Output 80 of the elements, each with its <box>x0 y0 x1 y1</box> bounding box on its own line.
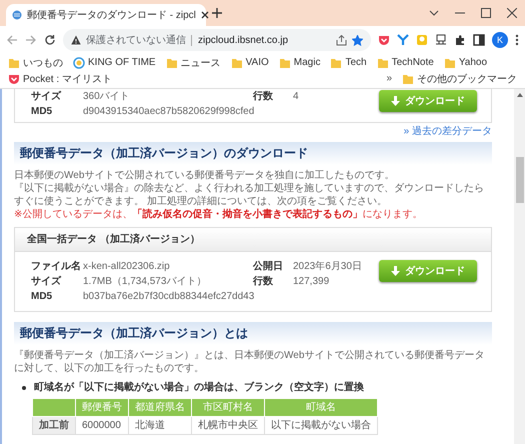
note-text: ※公開しているデータは、「読み仮名の促音・拗音を小書きで表記するもの」になります。 <box>14 208 424 221</box>
field-value: 4 <box>293 90 300 103</box>
download-arrow-icon <box>391 96 400 106</box>
warning-icon <box>71 35 81 45</box>
table-corner-cell <box>32 398 76 416</box>
folder-icon <box>402 72 414 84</box>
bookmark-item[interactable]: いつもの <box>8 55 63 70</box>
folder-icon <box>166 56 178 68</box>
field-value: b037ba76e2b7f30cdb88344efc27dd43 <box>83 290 253 303</box>
column-header: 郵便番号 <box>76 398 128 416</box>
bookmark-item[interactable]: Yahoo <box>444 55 488 70</box>
bullet-text: 町域名が「以下に掲載がない場合」の場合は、ブランク（空文字）に置換 <box>34 381 364 394</box>
table-cell: 北海道 <box>128 416 192 434</box>
table-cell: 以下に掲載がない場合 <box>264 416 378 434</box>
folder-icon <box>444 56 456 68</box>
close-icon[interactable] <box>507 8 517 18</box>
share-icon[interactable] <box>336 34 347 46</box>
field-label: サイズ <box>31 275 62 288</box>
bullet-dot <box>22 386 26 390</box>
bookmarks-overflow-button[interactable]: » <box>386 71 392 86</box>
paragraph: 日本郵便のWebサイトで公開されている郵便番号データを独自に加工したものです。 <box>14 169 396 182</box>
bookmark-item[interactable]: その他のブックマーク <box>402 71 517 86</box>
close-icon[interactable] <box>200 11 209 19</box>
folder-icon <box>8 56 20 68</box>
security-label: 保護されていない通信 <box>86 34 186 47</box>
bookmark-item[interactable]: Tech <box>330 55 367 70</box>
sidebar-icon[interactable] <box>473 34 485 46</box>
bookmark-item[interactable]: TechNote <box>376 55 434 70</box>
field-label: サイズ <box>31 90 62 103</box>
column-header: 都道府県名 <box>128 398 192 416</box>
field-label: ファイル名 <box>31 260 82 273</box>
bookmark-item[interactable]: VAIO <box>230 55 269 70</box>
field-label: 行数 <box>253 90 274 103</box>
field-value: 2023年6月30日 <box>293 260 363 273</box>
browser-tab[interactable]: 郵便番号データのダウンロード - zipcl <box>6 4 206 26</box>
bookmark-item[interactable]: Pocket : マイリスト <box>8 71 112 86</box>
bookmark-item[interactable]: ニュース <box>166 55 221 70</box>
plus-icon[interactable] <box>212 8 222 18</box>
scrollbar[interactable] <box>514 89 525 444</box>
scroll-up-icon[interactable] <box>516 93 522 97</box>
star-icon[interactable] <box>352 34 363 46</box>
field-label: MD5 <box>31 290 54 303</box>
bookmark-item[interactable]: KING OF TIME <box>73 55 156 70</box>
pocket-icon[interactable] <box>378 34 390 46</box>
profile-avatar[interactable]: K <box>492 32 508 48</box>
folder-icon <box>376 56 389 68</box>
tab-title: 郵便番号データのダウンロード - zipcl <box>27 8 196 22</box>
address-bar[interactable]: 保護されていない通信 zipcloud.ibsnet.co.jp <box>63 29 371 51</box>
maximize-icon[interactable] <box>481 8 491 18</box>
field-value: d9043915340aec87b5820629f998cfed <box>83 105 253 118</box>
reload-icon[interactable] <box>44 34 56 46</box>
chevron-down-icon[interactable] <box>429 8 439 18</box>
folder-icon <box>230 56 243 68</box>
field-label: 行数 <box>253 275 274 288</box>
column-header: 市区町村名 <box>192 398 264 416</box>
url-text: zipcloud.ibsnet.co.jp <box>191 34 331 46</box>
pocket-icon <box>8 72 20 84</box>
table-cell: 札幌市中央区 <box>192 416 264 434</box>
field-value: x-ken-all202306.zip <box>83 260 171 273</box>
puzzle-icon[interactable] <box>454 34 466 46</box>
download-arrow-icon <box>391 266 400 276</box>
section-heading: 郵便番号データ（加工済バージョン）のダウンロード <box>14 142 492 165</box>
y-icon[interactable] <box>397 34 409 46</box>
scroll-thumb[interactable] <box>516 157 524 203</box>
table-cell: 6000000 <box>76 416 128 434</box>
past-diff-link[interactable]: » 過去の差分データ <box>14 125 492 138</box>
folder-icon <box>330 56 342 68</box>
field-label: MD5 <box>31 105 54 118</box>
paragraph: 『以下に掲載がない場合』の除去など、よく行われる加工処理を施していますので、ダウンロードしたらすぐに使うことができます。 加工処理の詳細については、次の項をご覧ください。 <box>14 182 485 208</box>
column-header: 町域名 <box>264 398 378 416</box>
paragraph: 『郵便番号データ（加工済バージョン）』とは、日本郵便のWebサイトで公開されている郵便番号データに対して、以下の加工を行ったものです。 <box>14 349 486 375</box>
field-value: 127,399 <box>293 275 330 288</box>
folder-icon <box>278 56 291 68</box>
field-value: 1.7MB（1,734,573バイト） <box>83 275 208 288</box>
field-label: 公開日 <box>253 260 284 273</box>
row-header: 加工前 <box>32 416 76 434</box>
bookmark-item[interactable]: Magic <box>278 55 320 70</box>
field-value: 360バイト <box>83 90 131 103</box>
section-heading: 郵便番号データ（加工済バージョン）とは <box>14 322 492 345</box>
menu-icon[interactable] <box>515 34 519 46</box>
